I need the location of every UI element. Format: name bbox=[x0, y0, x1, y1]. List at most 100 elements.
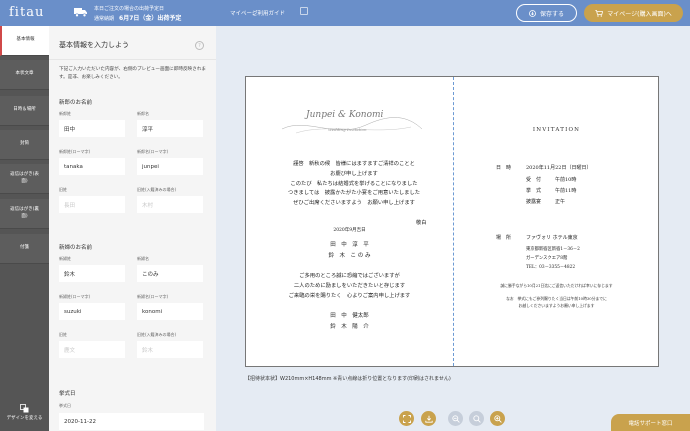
bride-last-input[interactable]: 鈴木 bbox=[59, 265, 125, 282]
bride-first-input[interactable]: このみ bbox=[137, 265, 203, 282]
couple-names: 田 中 淳 平 鈴 木 こ の み bbox=[246, 240, 453, 261]
groom-last-roman-label: 新郎姓(ローマ字) bbox=[59, 149, 91, 154]
save-label: 保存する bbox=[539, 10, 564, 18]
nav-guide-link[interactable]: ご利用ガイド bbox=[252, 9, 285, 17]
message-line: ご来臨の栄を賜りたく 心よりご案内申し上げます bbox=[288, 292, 411, 299]
card-caption: 【招待状本状】W210mm×H148mm ※青い点線は折り位置となります(印刷は… bbox=[245, 376, 451, 382]
save-button[interactable]: 保存する bbox=[516, 4, 577, 22]
sidebar-item-label: 返信はがき(裏面) bbox=[10, 207, 39, 219]
form-panel: 基本情報を入力しよう ? 下記ご入力いただいた内容が、右側のプレビュー画面に即時… bbox=[49, 26, 216, 431]
zoom-reset-icon bbox=[472, 414, 481, 423]
ceremony-value: 午前11時 bbox=[555, 188, 577, 194]
fullscreen-icon bbox=[402, 414, 411, 423]
zoom-in-button[interactable] bbox=[490, 411, 505, 426]
sidebar: 基本情報 本状文章 日時＆場所 封筒 返信はがき(表面) 返信はがき(裏面) 付… bbox=[0, 26, 49, 431]
sidebar-item-date-place[interactable]: 日時＆場所 bbox=[0, 96, 49, 126]
groom-last-input[interactable]: 田中 bbox=[59, 120, 125, 137]
greeting-line: つきましては 披露かたがた小宴をご用意いたしました bbox=[287, 190, 421, 197]
download-button[interactable] bbox=[421, 411, 436, 426]
bride-old-rel-input[interactable]: 鈴木 bbox=[137, 341, 203, 358]
greeting-line: お慶び申し上げます bbox=[330, 170, 378, 177]
form-description: 下記ご入力いただいた内容が、右側のプレビュー画面に即時反映されます。是非、お楽し… bbox=[59, 67, 206, 81]
message-text: ご多用のところ誠に恐縮ではございますが 二人のために励ましをいただきたいと存じま… bbox=[246, 272, 453, 301]
ceremony-date-label: 挙式日 bbox=[59, 403, 71, 408]
bride-last-roman-label: 新婦姓(ローマ字) bbox=[59, 294, 91, 299]
sidebar-item-basic-info[interactable]: 基本情報 bbox=[0, 26, 49, 56]
bride-old-label: 旧姓 bbox=[59, 332, 67, 337]
header: fitau 本日ご注文の場合の出荷予定日 通常納期 6月7日（金）出荷予定 マイ… bbox=[0, 0, 690, 26]
groom-first-label: 新郎名 bbox=[137, 111, 149, 116]
zoom-out-icon bbox=[451, 414, 460, 423]
groom-old-input[interactable]: 長田 bbox=[59, 196, 125, 213]
date-value: 2020年11月22日（日曜日） bbox=[526, 165, 592, 171]
parent-names: 田 中 健太郎 鈴 木 陽 介 bbox=[246, 311, 453, 332]
ship-label: 通常納期 bbox=[94, 16, 115, 22]
groom-last-roman-input[interactable]: tanaka bbox=[59, 158, 125, 175]
bride-first-label: 新婦名 bbox=[137, 256, 149, 261]
sidebar-item-sticky[interactable]: 付箋 bbox=[0, 234, 49, 264]
sidebar-item-reply-back[interactable]: 返信はがき(裏面) bbox=[0, 199, 49, 229]
checkbox-icon[interactable] bbox=[300, 7, 308, 15]
invitation-title: INVITATION bbox=[532, 127, 581, 133]
phone-support-button[interactable]: 電話サポート窓口 bbox=[611, 414, 690, 431]
groom-section-label: 新郎のお名前 bbox=[59, 100, 93, 106]
groom-last-label: 新郎姓 bbox=[59, 111, 71, 116]
groom-old-label: 旧姓 bbox=[59, 187, 67, 192]
mypage-label: マイページ(購入画面)へ bbox=[607, 10, 672, 18]
card-date: 2020年9月吉日 bbox=[333, 228, 366, 233]
bride-last-label: 新婦姓 bbox=[59, 256, 71, 261]
message-line: 二人のために励ましをいただきたいと存じます bbox=[293, 282, 406, 289]
address-line: 東京都新宿区新宿1－36－2 bbox=[526, 247, 580, 252]
ship-notice: 本日ご注文の場合の出荷予定日 bbox=[94, 6, 165, 12]
greeting-line: このたび 私たちは結婚式を挙げることになりました bbox=[290, 180, 418, 187]
reply-note: 誠に勝手ながら10月21日迄にご返信いただければ幸いに存じます bbox=[500, 283, 613, 288]
mypage-button[interactable]: マイページ(購入画面)へ bbox=[584, 4, 683, 22]
bride-first-roman-label: 新婦名(ローマ字) bbox=[137, 294, 169, 299]
logo[interactable]: fitau bbox=[9, 5, 44, 20]
groom-first-input[interactable]: 淳平 bbox=[137, 120, 203, 137]
note-line: なお 挙式にもご参列賜りたく当日は午前10時30分までに bbox=[506, 296, 607, 301]
sidebar-item-label: 返信はがき(表面) bbox=[10, 172, 39, 184]
sidebar-item-reply-front[interactable]: 返信はがき(表面) bbox=[0, 164, 49, 194]
date-label: 日 時 bbox=[496, 165, 512, 171]
zoom-out-button[interactable] bbox=[448, 411, 463, 426]
message-line: ご多用のところ誠に恐縮ではございますが bbox=[299, 273, 400, 279]
invitation-card: Junpei & Konomi Wedding Invitation 謹啓 新秋… bbox=[245, 76, 659, 367]
groom-first-roman-input[interactable]: junpei bbox=[137, 158, 203, 175]
form-title: 基本情報を入力しよう bbox=[59, 41, 129, 49]
banquet-value: 正午 bbox=[555, 199, 566, 205]
zoom-reset-button[interactable] bbox=[469, 411, 484, 426]
bride-old-rel-label: 旧姓(入籍済みの場合) bbox=[137, 332, 177, 337]
change-design-button[interactable]: デザインを変える bbox=[0, 398, 49, 431]
groom-old-rel-input[interactable]: 木村 bbox=[137, 196, 203, 213]
bride-old-input[interactable]: 鹿文 bbox=[59, 341, 125, 358]
script-title: Junpei & Konomi bbox=[306, 110, 384, 120]
zoom-in-icon bbox=[493, 414, 502, 423]
name-line: 田 中 健太郎 bbox=[330, 313, 369, 319]
note-line: お越しくださいますようお願い申し上げます bbox=[518, 303, 595, 308]
greeting-line: 謹啓 新秋の候 皆様にはますますご清祥のことと bbox=[293, 161, 415, 167]
bride-first-roman-input[interactable]: konomi bbox=[137, 303, 203, 320]
name-line: 鈴 木 陽 介 bbox=[330, 323, 369, 330]
groom-first-roman-label: 新郎名(ローマ字) bbox=[137, 149, 169, 154]
ceremony-label: 挙 式 bbox=[526, 188, 542, 194]
design-icon bbox=[20, 404, 29, 413]
save-icon bbox=[529, 9, 536, 17]
greeting-text: 謹啓 新秋の候 皆様にはますますご清祥のことと お慶び申し上げます このたび 私… bbox=[274, 160, 434, 209]
bride-last-roman-input[interactable]: suzuki bbox=[59, 303, 125, 320]
sidebar-item-envelope[interactable]: 封筒 bbox=[0, 130, 49, 160]
place-label: 場 所 bbox=[496, 235, 512, 241]
banquet-label: 披露宴 bbox=[526, 199, 542, 205]
ceremony-date-input[interactable]: 2020-11-22 bbox=[59, 413, 204, 430]
address-line: ガーデンスクエア8階 bbox=[526, 256, 568, 261]
truck-icon bbox=[74, 8, 87, 17]
fullscreen-button[interactable] bbox=[399, 411, 414, 426]
bride-section-label: 新婦のお名前 bbox=[59, 245, 93, 251]
sidebar-item-main-text[interactable]: 本状文章 bbox=[0, 60, 49, 90]
divider bbox=[49, 59, 216, 60]
tel-line: TEL：03－3355－4822 bbox=[526, 265, 576, 270]
help-icon[interactable]: ? bbox=[195, 41, 204, 50]
place-name: ファヴォリ ホテル東京 bbox=[526, 235, 578, 241]
fold-line bbox=[453, 77, 454, 366]
name-line: 田 中 淳 平 bbox=[330, 242, 369, 248]
